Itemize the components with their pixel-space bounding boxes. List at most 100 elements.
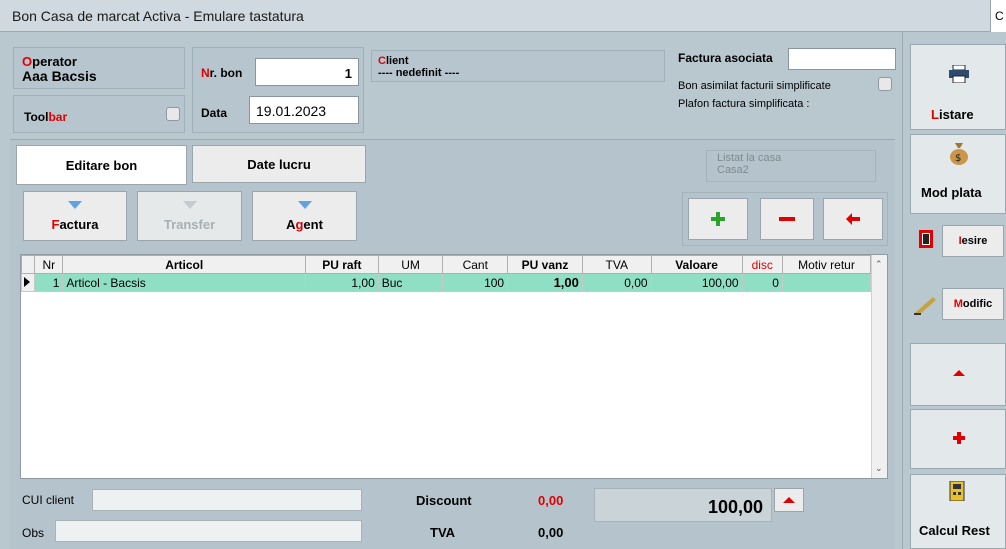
title-corner: C bbox=[990, 0, 1006, 32]
data-label: Data bbox=[201, 106, 228, 120]
caret-up-icon bbox=[783, 497, 795, 503]
col-pu-vanz[interactable]: PU vanz bbox=[507, 255, 583, 274]
operator-name: Aaa Bacsis bbox=[22, 68, 97, 84]
items-table: Nr Articol PU raft UM Cant PU vanz TVA V… bbox=[20, 255, 872, 292]
arrow-left-icon bbox=[846, 213, 860, 225]
minus-icon bbox=[779, 217, 795, 221]
remove-row-button[interactable] bbox=[760, 198, 814, 240]
discount-value: 0,00 bbox=[538, 493, 564, 508]
pencil-icon bbox=[914, 297, 936, 315]
discount-label: Discount bbox=[416, 493, 472, 508]
toolbar-checkbox[interactable] bbox=[166, 107, 180, 121]
factura-button[interactable]: Factura bbox=[23, 191, 127, 241]
obs-input[interactable] bbox=[55, 520, 362, 542]
col-cant[interactable]: Cant bbox=[442, 255, 509, 274]
listat-label: Listat la casa bbox=[717, 152, 782, 164]
client-value: ---- nedefinit ---- bbox=[378, 67, 460, 79]
cui-input[interactable] bbox=[92, 489, 362, 511]
client-panel[interactable]: Client ---- nedefinit ---- bbox=[371, 50, 665, 82]
cell-valoare: 100,00 bbox=[650, 273, 743, 292]
listare-label: Listare bbox=[931, 107, 974, 122]
nr-bon-label: Nr. bon bbox=[201, 66, 243, 80]
title-bar: Bon Casa de marcat Activa - Emulare tast… bbox=[0, 0, 1006, 32]
scroll-down-icon[interactable]: ⌄ bbox=[875, 463, 883, 474]
col-um[interactable]: UM bbox=[377, 255, 444, 274]
chevron-down-icon bbox=[182, 200, 197, 209]
col-tva[interactable]: TVA bbox=[581, 255, 652, 274]
toolbar-panel: Toolbar bbox=[13, 95, 185, 133]
cell-cant: 100 bbox=[442, 273, 509, 292]
operator-panel: Operator Aaa Bacsis bbox=[13, 47, 185, 89]
money-bag-icon: $ bbox=[950, 143, 968, 165]
obs-label: Obs bbox=[22, 526, 45, 540]
cell-tva: 0,00 bbox=[581, 273, 652, 292]
cell-nr: 1 bbox=[34, 273, 64, 292]
sidebar-up-button[interactable] bbox=[910, 343, 1006, 406]
bon-panel: Nr. bon 1 Data 19.01.2023 bbox=[192, 47, 364, 133]
col-motiv-retur[interactable]: Motiv retur bbox=[781, 255, 872, 274]
col-nr[interactable]: Nr bbox=[34, 255, 64, 274]
mod-plata-button[interactable]: $ Mod plata bbox=[910, 134, 1006, 214]
svg-text:$: $ bbox=[955, 153, 961, 164]
data-input[interactable]: 19.01.2023 bbox=[249, 96, 359, 124]
toolbar-label: Toolbar bbox=[24, 110, 68, 124]
caret-up-icon bbox=[953, 370, 965, 376]
table-row[interactable]: 1 Articol - Bacsis 1,00 Buc 100 1,00 0,0… bbox=[20, 273, 872, 292]
tab-editare-bon[interactable]: Editare bon bbox=[16, 145, 187, 185]
items-grid[interactable]: Nr Articol PU raft UM Cant PU vanz TVA V… bbox=[20, 254, 888, 479]
row-pointer-icon bbox=[20, 273, 36, 292]
sidebar-plus-button[interactable] bbox=[910, 409, 1006, 469]
plus-icon bbox=[953, 432, 965, 444]
mod-plata-label: Mod plata bbox=[921, 185, 982, 200]
col-disc[interactable]: disc bbox=[741, 255, 783, 274]
iesire-button[interactable]: Iesire bbox=[942, 225, 1004, 257]
transfer-button[interactable]: Transfer bbox=[137, 191, 242, 241]
plafon-label: Plafon factura simplificata : bbox=[678, 98, 810, 110]
total-up-button[interactable] bbox=[774, 488, 804, 512]
calcul-rest-label: Calcul Rest bbox=[919, 523, 990, 538]
modific-button[interactable]: Modific bbox=[942, 288, 1004, 320]
listat-value: Casa2 bbox=[717, 164, 749, 176]
back-button[interactable] bbox=[823, 198, 883, 240]
calculator-icon bbox=[949, 481, 965, 501]
agent-button[interactable]: Agent bbox=[252, 191, 357, 241]
factura-asociata-label: Factura asociata bbox=[678, 51, 773, 65]
listat-panel: Listat la casa Casa2 bbox=[706, 150, 876, 182]
client-label: Client bbox=[378, 55, 409, 67]
cell-articol: Articol - Bacsis bbox=[62, 273, 306, 292]
col-valoare[interactable]: Valoare bbox=[650, 255, 743, 274]
transfer-button-label: Transfer bbox=[163, 216, 216, 232]
grid-scrollbar[interactable]: ⌃ ⌄ bbox=[871, 255, 887, 478]
scroll-up-icon[interactable]: ⌃ bbox=[875, 259, 883, 270]
tva-label: TVA bbox=[430, 525, 456, 540]
printer-icon bbox=[949, 65, 969, 83]
nr-bon-input[interactable]: 1 bbox=[255, 58, 359, 86]
agent-button-label: Agent bbox=[286, 216, 323, 232]
col-articol[interactable]: Articol bbox=[62, 255, 306, 274]
cell-pu-raft: 1,00 bbox=[304, 273, 379, 292]
calcul-rest-button[interactable]: Calcul Rest bbox=[910, 474, 1006, 549]
cell-pu-vanz: 1,00 bbox=[507, 273, 583, 292]
total-value: 100,00 bbox=[707, 497, 763, 517]
exit-door-icon bbox=[919, 230, 933, 248]
factura-button-label: Factura bbox=[51, 216, 99, 232]
bon-asimilat-checkbox[interactable] bbox=[878, 77, 892, 91]
grid-indicator-header bbox=[20, 255, 36, 274]
cui-label: CUI client bbox=[22, 493, 75, 507]
listare-button[interactable]: Listare bbox=[910, 44, 1006, 130]
operator-label: Operator bbox=[22, 54, 77, 69]
chevron-down-icon bbox=[297, 200, 312, 209]
chevron-down-icon bbox=[68, 200, 82, 209]
total-panel: 100,00 bbox=[594, 488, 772, 522]
grid-header-row: Nr Articol PU raft UM Cant PU vanz TVA V… bbox=[20, 255, 872, 274]
add-row-button[interactable] bbox=[688, 198, 748, 240]
window-title: Bon Casa de marcat Activa - Emulare tast… bbox=[12, 8, 304, 24]
factura-asociata-input[interactable] bbox=[788, 48, 896, 70]
tva-value: 0,00 bbox=[538, 525, 564, 540]
col-pu-raft[interactable]: PU raft bbox=[304, 255, 379, 274]
cell-motiv-retur bbox=[781, 273, 872, 292]
cell-um: Buc bbox=[377, 273, 444, 292]
tab-date-lucru[interactable]: Date lucru bbox=[192, 145, 366, 183]
cell-disc: 0 bbox=[741, 273, 783, 292]
bon-asimilat-label: Bon asimilat facturii simplificate bbox=[678, 80, 831, 92]
